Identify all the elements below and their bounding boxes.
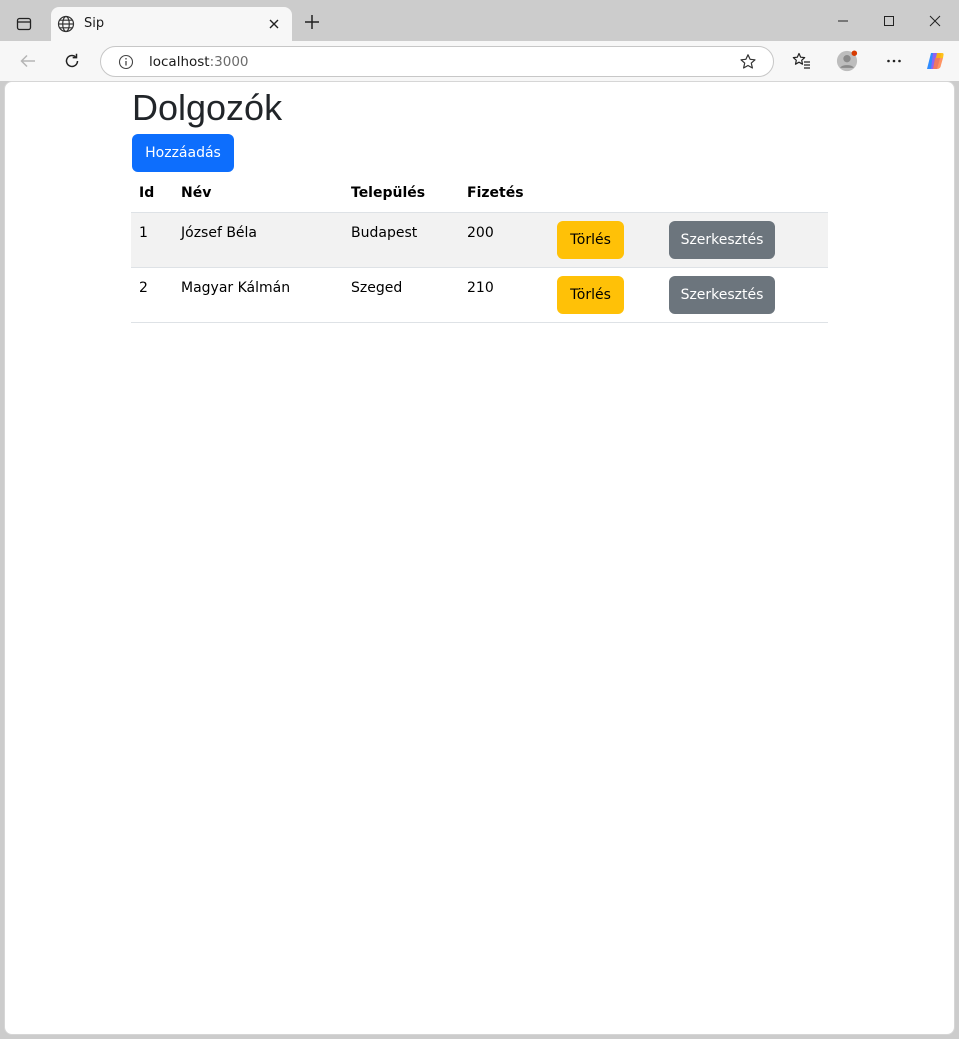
- new-tab-icon[interactable]: [302, 12, 322, 32]
- address-bar[interactable]: localhost:3000: [100, 46, 774, 77]
- cell-id: 2: [131, 266, 173, 323]
- cell-name: Magyar Kálmán: [173, 266, 343, 323]
- site-info-icon[interactable]: [118, 54, 134, 70]
- cell-salary: 210: [459, 266, 550, 323]
- minimize-icon[interactable]: [832, 10, 854, 32]
- url-text: localhost:3000: [149, 54, 249, 70]
- more-options-icon[interactable]: [883, 50, 905, 72]
- active-tab[interactable]: Sip: [51, 7, 292, 41]
- cell-city: Budapest: [343, 211, 459, 267]
- cell-name: József Béla: [173, 211, 343, 267]
- table-header-row: Id Név Település Fizetés: [131, 174, 828, 212]
- edit-button[interactable]: Szerkesztés: [669, 275, 775, 314]
- close-window-icon[interactable]: [924, 10, 946, 32]
- header-name: Név: [181, 184, 212, 201]
- page-title: Dolgozók: [132, 87, 283, 128]
- favorite-star-icon[interactable]: [739, 53, 757, 71]
- table-row: 2 Magyar Kálmán Szeged 210 Törlés Szerke…: [131, 266, 828, 323]
- tab-strip: Sip: [0, 0, 959, 41]
- employee-table: Id Név Település Fizetés 1 József Béla B…: [131, 174, 828, 323]
- header-city: Település: [351, 184, 426, 201]
- delete-button[interactable]: Törlés: [557, 275, 624, 314]
- copilot-icon[interactable]: [924, 50, 946, 72]
- profile-avatar-icon[interactable]: [836, 50, 858, 72]
- cell-delete: Törlés: [550, 211, 662, 267]
- cell-salary: 200: [459, 211, 550, 267]
- add-button[interactable]: Hozzáadás: [132, 134, 234, 172]
- tab-close-icon[interactable]: [266, 16, 282, 32]
- cell-edit: Szerkesztés: [662, 211, 828, 267]
- back-icon[interactable]: [17, 50, 39, 72]
- cell-delete: Törlés: [550, 266, 662, 323]
- header-delete-col: [550, 174, 662, 212]
- reload-icon[interactable]: [61, 50, 83, 72]
- delete-button[interactable]: Törlés: [557, 220, 624, 259]
- table-row: 1 József Béla Budapest 200 Törlés Szerke…: [131, 211, 828, 267]
- globe-icon: [57, 15, 75, 33]
- cell-city: Szeged: [343, 266, 459, 323]
- maximize-icon[interactable]: [878, 10, 900, 32]
- edit-button[interactable]: Szerkesztés: [669, 220, 775, 259]
- header-edit-col: [662, 174, 828, 212]
- cell-id: 1: [131, 211, 173, 267]
- header-salary: Fizetés: [467, 184, 524, 201]
- header-id: Id: [139, 184, 155, 201]
- favorites-icon[interactable]: [791, 50, 813, 72]
- tab-title: Sip: [84, 16, 105, 31]
- browser-toolbar: localhost:3000: [0, 41, 959, 81]
- cell-edit: Szerkesztés: [662, 266, 828, 323]
- sidebar-toggle-icon[interactable]: [10, 10, 38, 38]
- page-viewport: Dolgozók Hozzáadás Id Név Település Fize…: [4, 81, 955, 1035]
